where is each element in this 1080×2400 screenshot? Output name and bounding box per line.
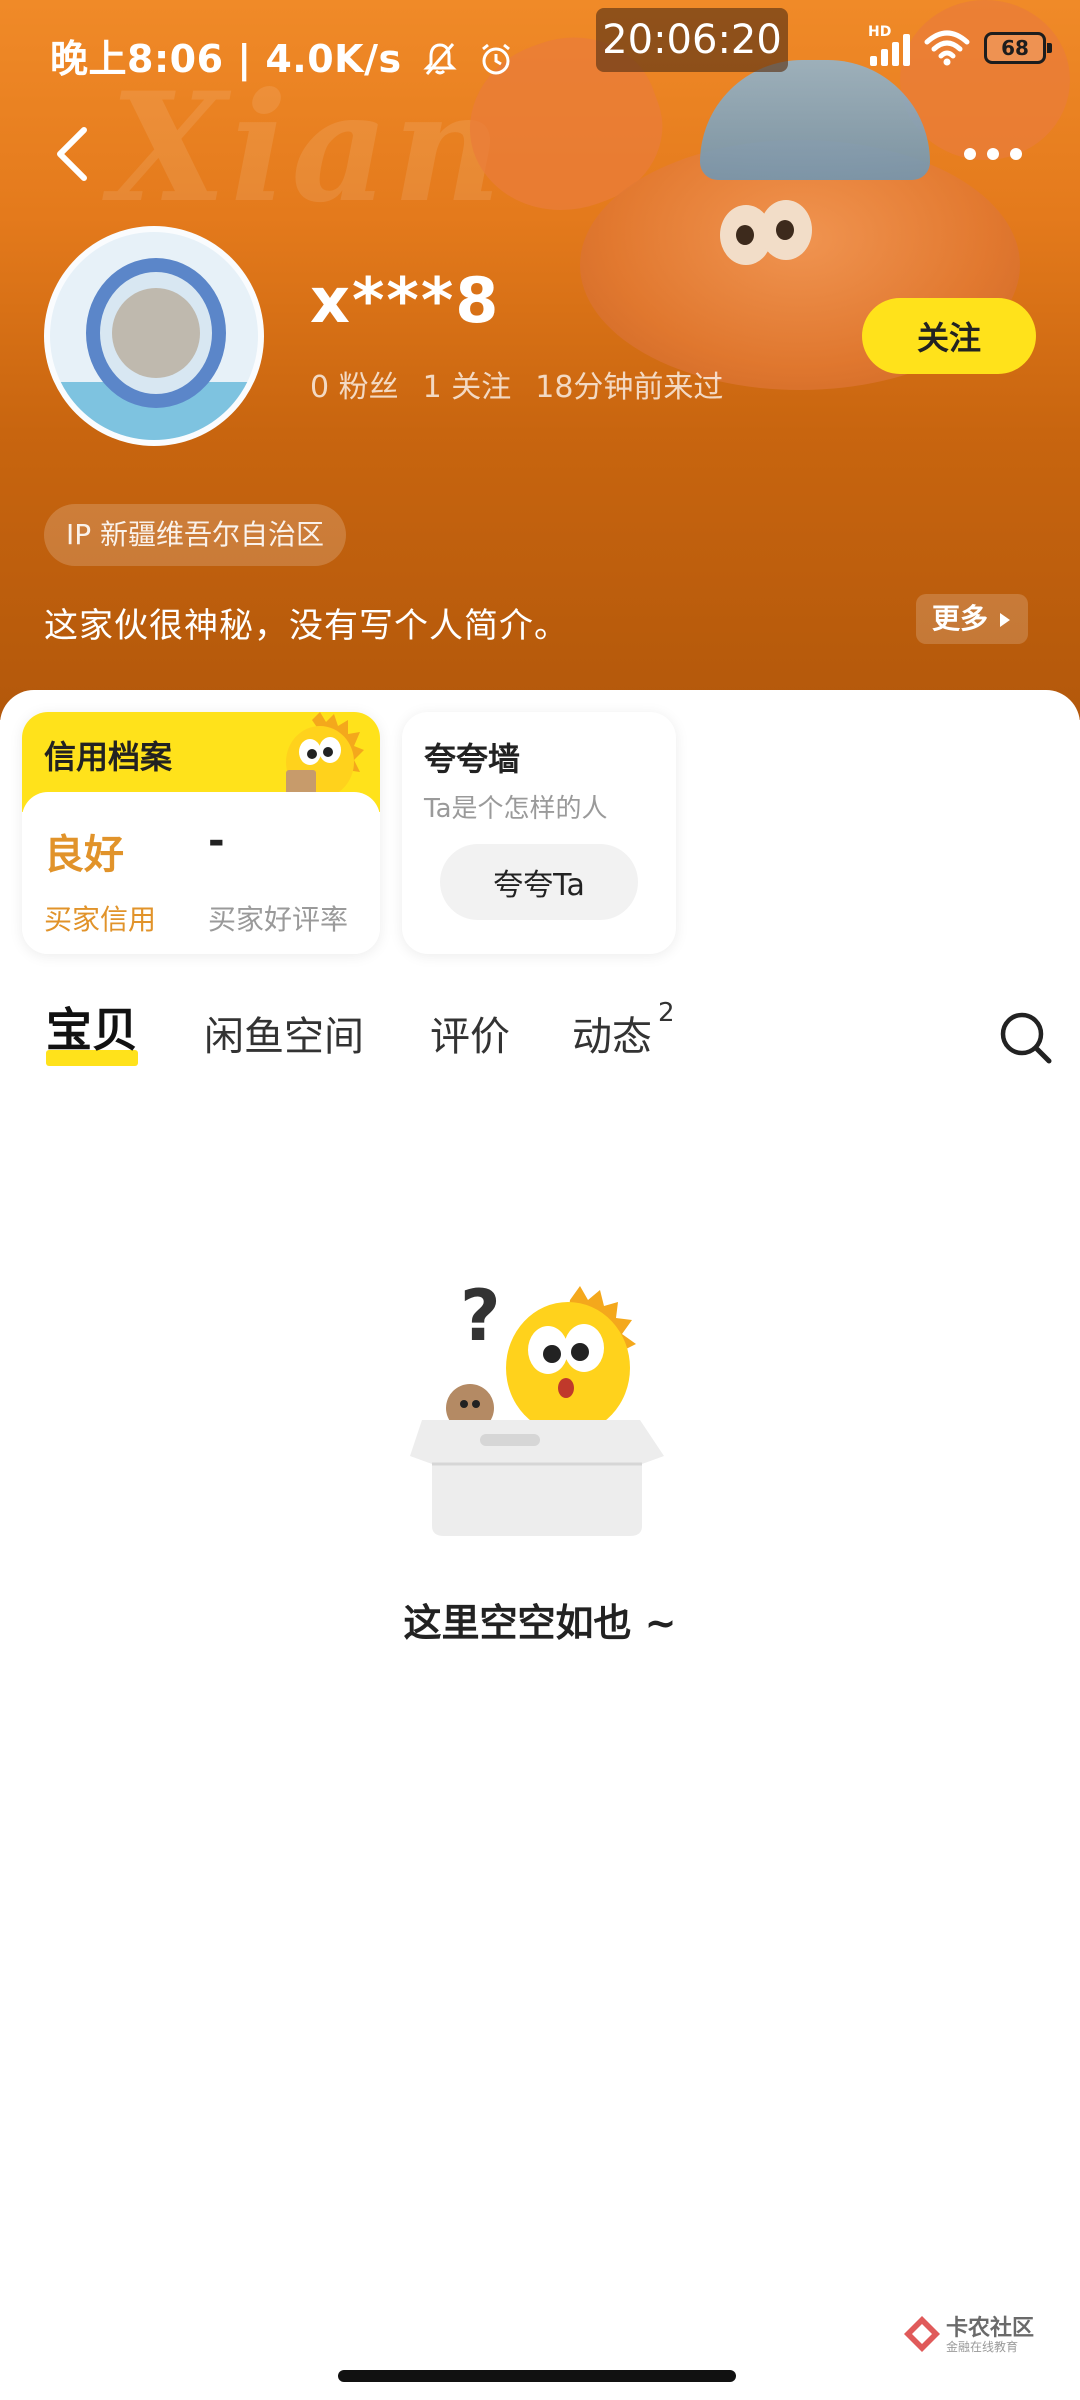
- status-bar: 晚上8:06 | 4.0K/s 20:06:20 HD 68: [0, 0, 1080, 100]
- status-time-text: 晚上8:06 | 4.0K/s: [50, 37, 402, 81]
- mute-bell-icon: [423, 43, 457, 75]
- crab-eye-graphic: [760, 200, 812, 260]
- buyer-credit-value: 良好: [44, 832, 124, 878]
- status-time-network: 晚上8:06 | 4.0K/s: [50, 28, 515, 83]
- empty-box-mascot-illustration: ?: [410, 1275, 664, 1536]
- good-rate-label: 买家好评率: [208, 903, 349, 936]
- chevron-left-icon[interactable]: [52, 124, 92, 184]
- search-icon[interactable]: [998, 1010, 1052, 1064]
- triangle-right-icon: [999, 613, 1010, 627]
- praise-wall-title: 夸夸墙: [424, 740, 521, 778]
- praise-wall-subtitle: Ta是个怎样的人: [424, 794, 608, 824]
- activity-badge: 2: [658, 998, 675, 1028]
- empty-state-text: 这里空空如也 ~: [403, 1601, 677, 1645]
- svg-text:?: ?: [460, 1275, 501, 1357]
- watermark-tagline: 金融在线教育: [946, 2340, 1019, 2354]
- profile-stats: 0 粉丝 1 关注 18分钟前来过: [310, 362, 723, 406]
- credit-profile-card[interactable]: 信用档案 良好 买家信用 - 买家好评率: [22, 712, 380, 954]
- site-watermark-logo: 卡农社区 金融在线教育: [902, 2310, 1062, 2360]
- status-clock: 20:06:20: [596, 8, 788, 72]
- avatar-seal-face-graphic: [112, 288, 200, 378]
- credit-card-body: 良好 买家信用 - 买家好评率: [22, 792, 380, 954]
- praise-wall-card[interactable]: 夸夸墙 Ta是个怎样的人 夸夸Ta: [402, 712, 676, 954]
- status-indicators: HD 68: [868, 24, 1052, 66]
- tab-activity[interactable]: 动态: [572, 1004, 652, 1062]
- profile-bio: 这家伙很神秘，没有写个人简介。: [44, 606, 569, 646]
- bio-more-label: 更多: [932, 602, 989, 635]
- bio-more-button[interactable]: 更多: [916, 594, 1028, 644]
- last-seen: 18分钟前来过: [535, 370, 724, 405]
- profile-tabs: 宝贝 闲鱼空间 评价 动态 2: [0, 990, 1080, 1080]
- username: x***8: [310, 264, 501, 337]
- battery-icon: 68: [984, 32, 1052, 64]
- avatar[interactable]: [44, 226, 264, 446]
- dot: [1010, 148, 1022, 160]
- watermark-badge-icon: [904, 2316, 940, 2352]
- follow-button[interactable]: 关注: [862, 298, 1036, 374]
- tab-xianyu-space[interactable]: 闲鱼空间: [204, 1004, 364, 1062]
- home-indicator[interactable]: [338, 2370, 736, 2382]
- credit-card-title: 信用档案: [44, 738, 173, 776]
- alarm-icon: [482, 43, 511, 75]
- fans-count[interactable]: 0 粉丝: [310, 362, 399, 406]
- following-count[interactable]: 1 关注: [423, 362, 512, 406]
- praise-button[interactable]: 夸夸Ta: [440, 844, 638, 920]
- network-type-label: HD: [868, 24, 892, 40]
- tab-items[interactable]: 宝贝: [46, 994, 138, 1060]
- buyer-credit-label: 买家信用: [44, 903, 157, 936]
- dot: [987, 148, 999, 160]
- dot: [964, 148, 976, 160]
- wifi-icon: [924, 30, 970, 66]
- ip-location-tag: IP 新疆维吾尔自治区: [44, 504, 347, 566]
- good-rate-value: -: [208, 818, 225, 864]
- more-dots-icon[interactable]: [964, 136, 1034, 172]
- tab-reviews[interactable]: 评价: [430, 1004, 510, 1062]
- signal-icon: HD: [868, 24, 910, 66]
